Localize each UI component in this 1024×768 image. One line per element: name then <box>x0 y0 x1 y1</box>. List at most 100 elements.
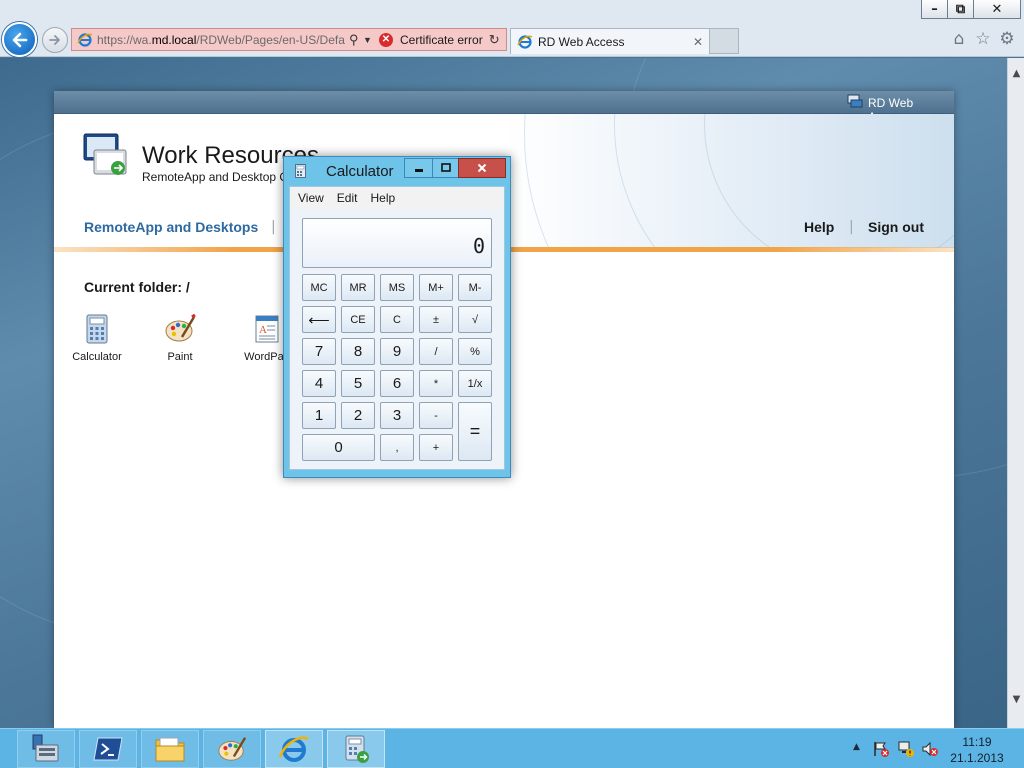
menu-view[interactable]: View <box>293 191 329 205</box>
new-tab-button[interactable] <box>710 28 739 54</box>
tab-rd-web-access[interactable]: RD Web Access ✕ <box>510 28 710 54</box>
key-percent[interactable]: % <box>458 338 492 365</box>
clock-date[interactable]: 21.1.2013 <box>950 751 1004 765</box>
menu-help[interactable]: Help <box>365 191 400 205</box>
key-ms[interactable]: MS <box>380 274 414 301</box>
refresh-icon[interactable]: ↻ <box>489 32 500 48</box>
key-reciprocal[interactable]: 1/x <box>458 370 492 397</box>
calculator-display: 0 <box>302 218 492 268</box>
vertical-scrollbar[interactable]: ▲ ▼ <box>1007 58 1024 728</box>
key-c[interactable]: C <box>380 306 414 333</box>
paint-palette-icon <box>218 737 247 761</box>
calculator-icon <box>295 164 306 178</box>
address-bar[interactable]: https://wa.md.local/RDWeb/Pages/en-US/De… <box>71 28 507 51</box>
volume-muted-icon[interactable] <box>921 740 939 758</box>
key-subtract[interactable]: - <box>419 402 453 429</box>
key-equals[interactable]: = <box>458 402 492 461</box>
taskbar-file-explorer[interactable] <box>141 730 199 768</box>
favorites-star-icon[interactable]: ☆ <box>974 30 992 48</box>
maximize-icon <box>440 163 451 172</box>
key-m-minus[interactable]: M- <box>458 274 492 301</box>
certificate-error-icon[interactable]: ✕ <box>379 32 393 47</box>
key-0[interactable]: 0 <box>302 434 375 461</box>
home-icon[interactable]: ⌂ <box>950 30 968 48</box>
page-subtitle: RemoteApp and Desktop C <box>142 170 289 184</box>
key-8[interactable]: 8 <box>341 338 375 365</box>
taskbar-internet-explorer[interactable] <box>265 730 323 768</box>
app-label: Paint <box>167 351 193 363</box>
key-9[interactable]: 9 <box>380 338 414 365</box>
powershell-icon <box>93 737 123 761</box>
key-7[interactable]: 7 <box>302 338 336 365</box>
key-backspace[interactable]: ⟵ <box>302 306 336 333</box>
calculator-window[interactable]: Calculator View Edit Help 0 MC MR MS M+ … <box>283 156 511 478</box>
window-restore-button[interactable]: ⧉ <box>947 0 974 19</box>
calculator-icon <box>86 314 108 344</box>
key-ce[interactable]: CE <box>341 306 375 333</box>
certificate-error-label[interactable]: Certificate error <box>400 33 483 47</box>
scroll-up-icon[interactable]: ▲ <box>1008 68 1024 84</box>
taskbar-server-manager[interactable] <box>17 730 75 768</box>
gear-icon[interactable]: ⚙ <box>998 30 1016 48</box>
remoteapp-logo-icon <box>83 133 127 175</box>
taskbar-calculator-remoteapp[interactable] <box>327 730 385 768</box>
taskbar: ▲ 11:19 21.1.2013 <box>0 728 1024 768</box>
action-center-flag-icon[interactable] <box>872 740 890 758</box>
help-link[interactable]: Help <box>804 219 834 235</box>
menu-edit[interactable]: Edit <box>332 191 363 205</box>
nav-separator: | <box>271 219 276 235</box>
page-topbar: RD Web Access <box>54 91 954 124</box>
calculator-titlebar[interactable]: Calculator <box>284 157 510 183</box>
key-multiply[interactable]: * <box>419 370 453 397</box>
search-icon[interactable]: ⚲ <box>349 32 363 48</box>
forward-button[interactable] <box>42 27 68 53</box>
calculator-maximize-button[interactable] <box>432 158 459 178</box>
key-add[interactable]: + <box>419 434 453 461</box>
key-sqrt[interactable]: √ <box>458 306 492 333</box>
paint-palette-icon <box>165 313 196 342</box>
key-4[interactable]: 4 <box>302 370 336 397</box>
key-decimal[interactable]: , <box>380 434 414 461</box>
ie-page-icon <box>77 32 93 47</box>
taskbar-powershell[interactable] <box>79 730 137 768</box>
key-6[interactable]: 6 <box>380 370 414 397</box>
key-mc[interactable]: MC <box>302 274 336 301</box>
rd-web-access-icon <box>847 94 863 108</box>
calculator-title: Calculator <box>326 163 394 180</box>
tab-close-icon[interactable]: ✕ <box>693 35 709 49</box>
calculator-body: View Edit Help 0 MC MR MS M+ M- ⟵ CE C ±… <box>289 186 505 470</box>
key-mr[interactable]: MR <box>341 274 375 301</box>
sign-out-link[interactable]: Sign out <box>868 219 924 235</box>
calculator-close-button[interactable] <box>458 158 506 178</box>
key-5[interactable]: 5 <box>341 370 375 397</box>
key-m-plus[interactable]: M+ <box>419 274 453 301</box>
key-plus-minus[interactable]: ± <box>419 306 453 333</box>
tab-label: RD Web Access <box>538 34 625 49</box>
internet-explorer-icon <box>278 736 309 762</box>
address-url[interactable]: https://wa.md.local/RDWeb/Pages/en-US/De… <box>97 33 345 47</box>
window-minimize-button[interactable]: – <box>921 0 948 19</box>
svg-text:A: A <box>259 324 267 336</box>
app-tile-paint[interactable]: Paint <box>145 313 215 373</box>
browser-chrome: – ⧉ ✕ https://wa.md.local/RDWeb/Pages/en… <box>0 0 1024 57</box>
nav-tab-remoteapp-and-desktops[interactable]: RemoteApp and Desktops <box>84 219 258 235</box>
scroll-down-icon[interactable]: ▼ <box>1008 694 1024 710</box>
app-label: Calculator <box>72 351 122 363</box>
chevron-down-icon[interactable]: ▼ <box>363 35 373 45</box>
key-1[interactable]: 1 <box>302 402 336 429</box>
show-hidden-icons-button[interactable]: ▲ <box>853 742 860 752</box>
current-folder-label: Current folder: / <box>84 279 190 295</box>
calculator-minimize-button[interactable] <box>404 158 433 178</box>
ie-page-icon <box>517 34 533 49</box>
minimize-icon <box>414 169 423 172</box>
key-divide[interactable]: / <box>419 338 453 365</box>
forward-arrow-icon <box>49 35 60 45</box>
app-tile-calculator[interactable]: Calculator <box>62 313 132 373</box>
key-3[interactable]: 3 <box>380 402 414 429</box>
network-icon[interactable] <box>897 740 915 758</box>
taskbar-paint[interactable] <box>203 730 261 768</box>
back-button[interactable] <box>2 22 37 57</box>
clock-time[interactable]: 11:19 <box>950 735 1004 749</box>
window-close-button[interactable]: ✕ <box>973 0 1021 19</box>
key-2[interactable]: 2 <box>341 402 375 429</box>
